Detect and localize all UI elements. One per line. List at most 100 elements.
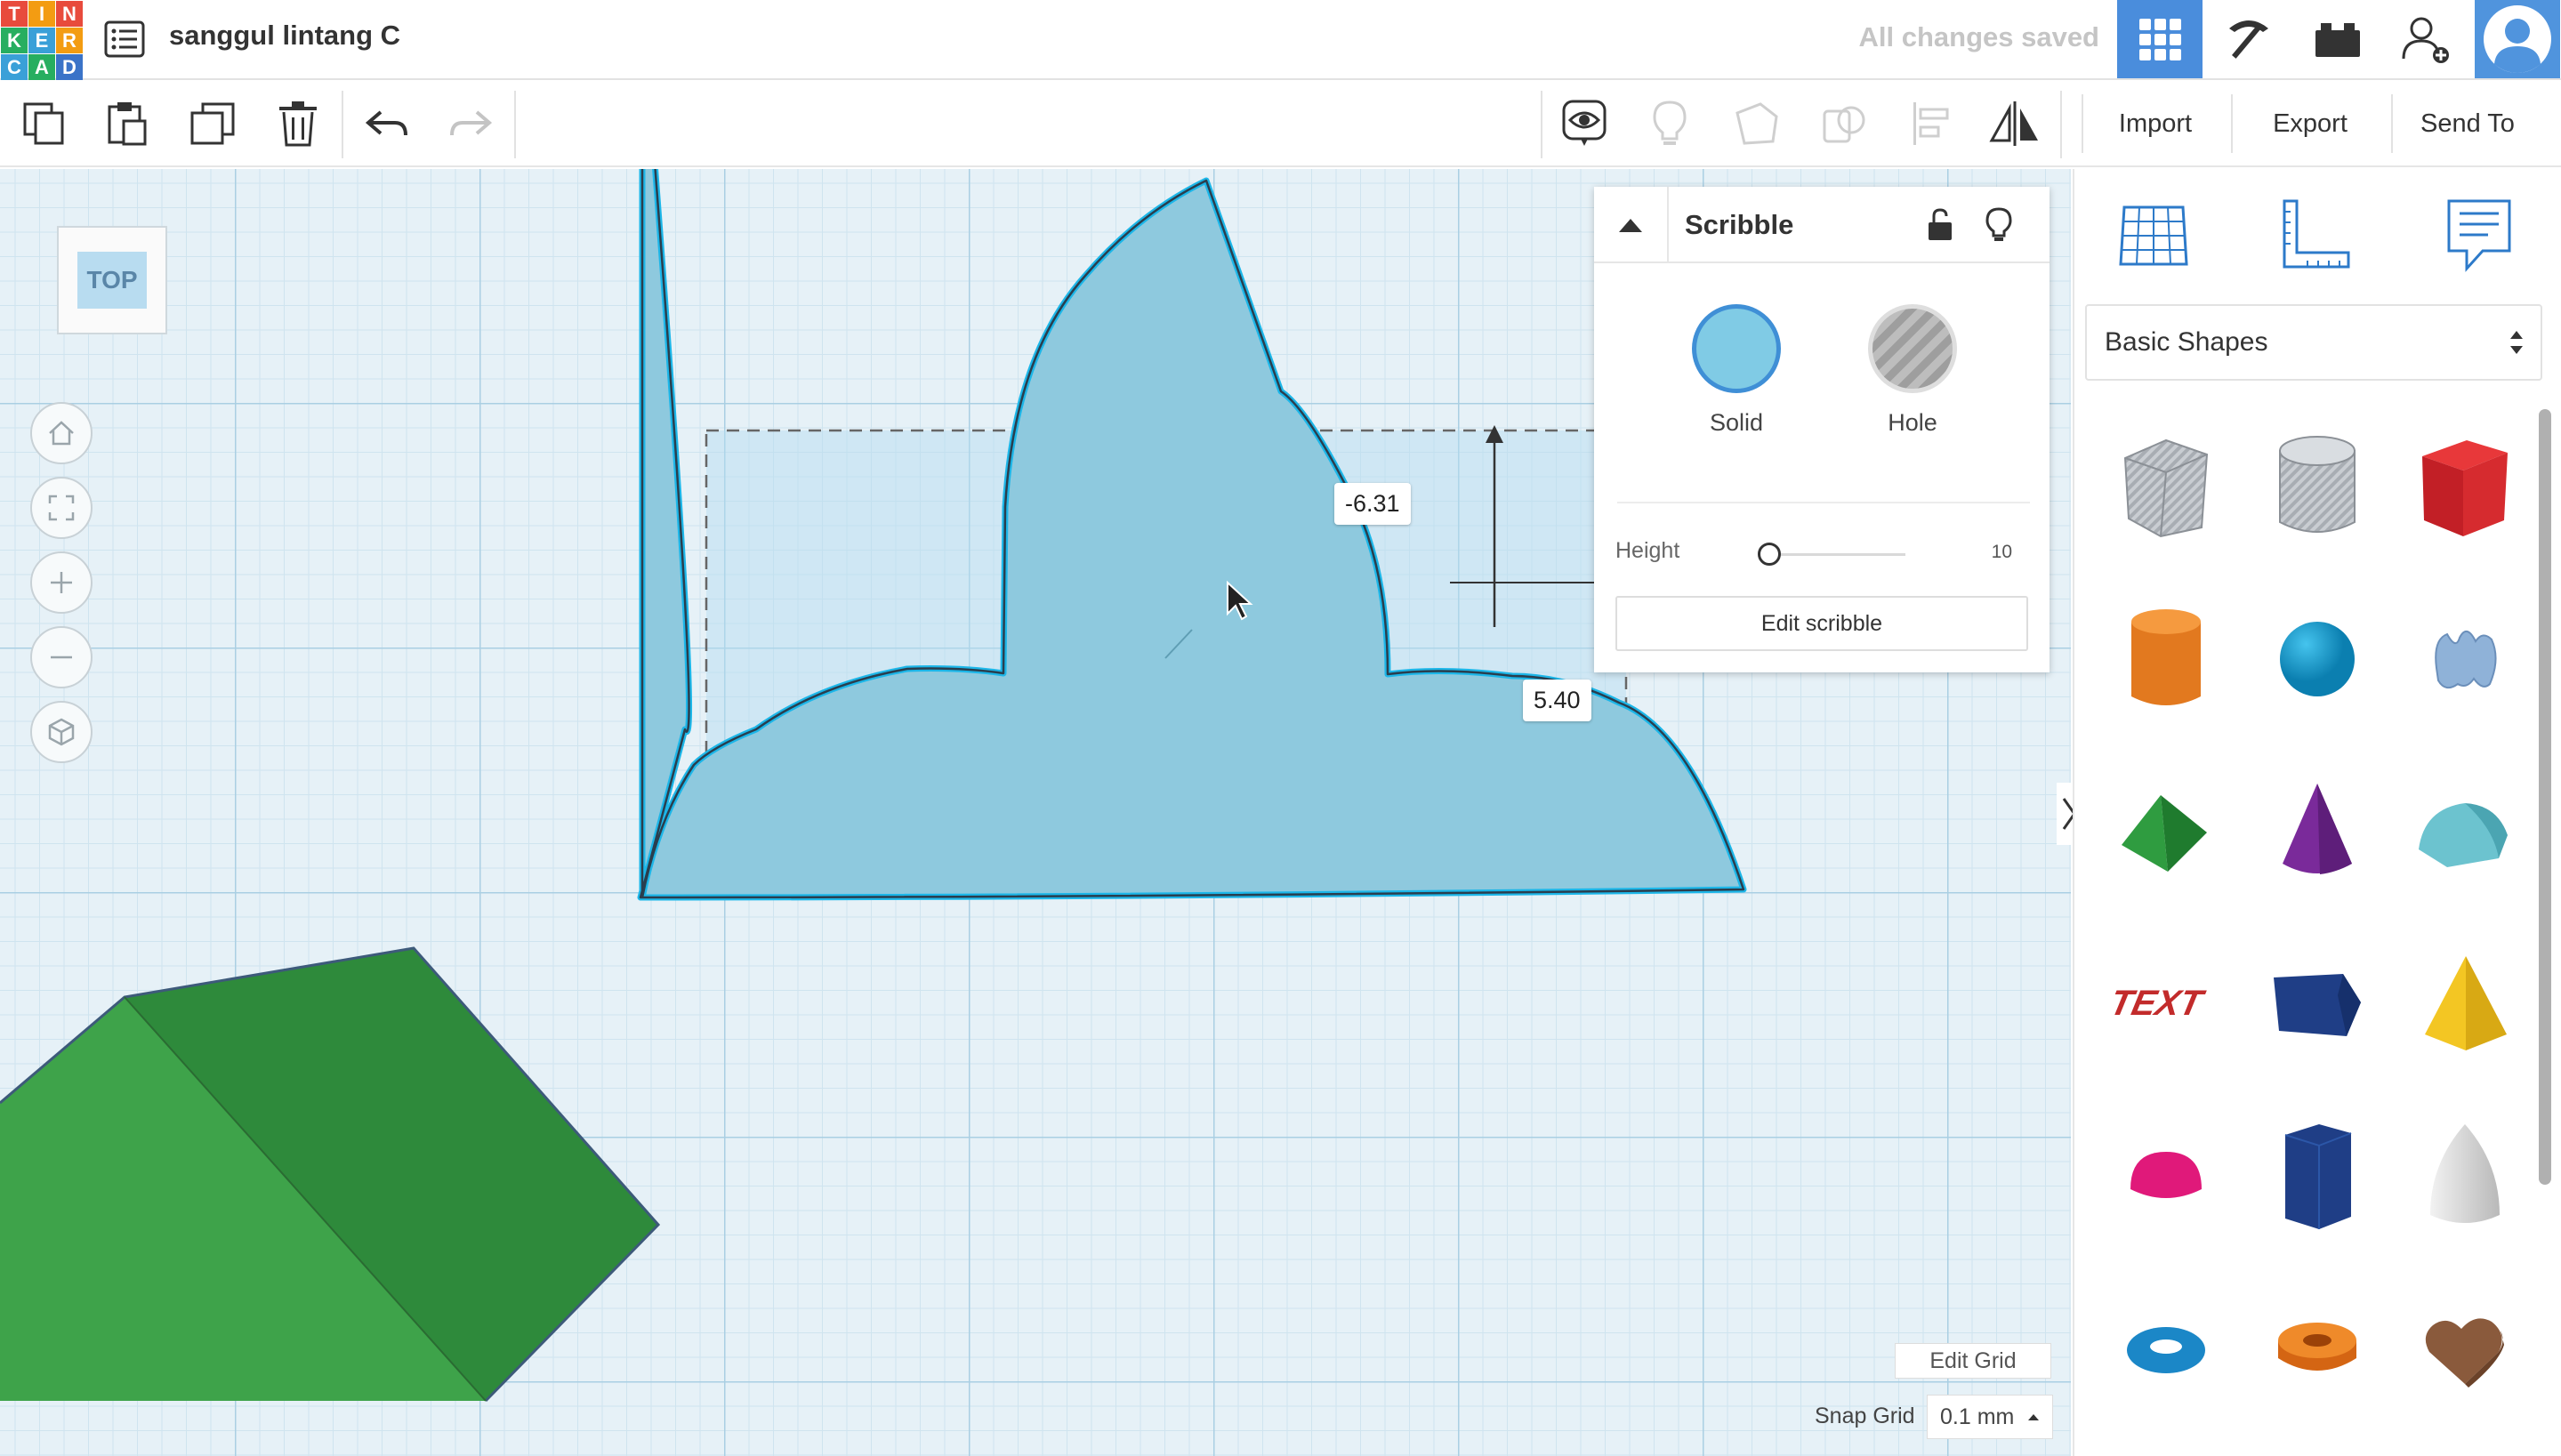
copy-icon <box>23 102 64 145</box>
shape-box[interactable] <box>2398 420 2532 553</box>
show-all-button[interactable] <box>1542 82 1626 165</box>
bricks-button[interactable] <box>2295 0 2380 78</box>
export-button[interactable]: Export <box>2231 94 2388 153</box>
design-list-button[interactable] <box>100 14 149 64</box>
paste-button[interactable] <box>85 82 169 165</box>
shape-prism[interactable] <box>2251 937 2384 1071</box>
shape-cylinder-hole[interactable] <box>2251 420 2384 553</box>
logo-letter: D <box>56 54 83 80</box>
zoom-out-button[interactable] <box>30 626 93 688</box>
group-button[interactable] <box>1715 82 1799 165</box>
workplane[interactable]: -6.31 5.40 TOP Scribble Solid Hole Heigh… <box>0 169 2071 1456</box>
fit-view-button[interactable] <box>30 477 93 539</box>
shape-text[interactable]: TEXT <box>2099 937 2233 1071</box>
eye-icon <box>1562 100 1607 146</box>
edit-scribble-button[interactable]: Edit scribble <box>1615 596 2028 651</box>
redo-button[interactable] <box>429 82 512 165</box>
mirror-button[interactable] <box>1973 82 2057 165</box>
tinkercad-logo[interactable]: TIN KER CAD <box>0 0 83 80</box>
3d-view-icon <box>2139 19 2181 60</box>
invite-button[interactable] <box>2384 0 2469 78</box>
fit-icon <box>48 495 75 521</box>
import-button[interactable]: Import <box>2082 94 2227 153</box>
zoom-in-button[interactable] <box>30 551 93 614</box>
shape-heart[interactable] <box>2398 1283 2532 1416</box>
view-cube-face: TOP <box>77 252 147 309</box>
shape-cylinder[interactable] <box>2099 592 2233 726</box>
dimension-label[interactable]: -6.31 <box>1334 483 1411 525</box>
snap-grid-select[interactable]: 0.1 mm <box>1927 1395 2053 1439</box>
shape-round-roof[interactable] <box>2398 765 2532 898</box>
shape-box-hole[interactable] <box>2099 420 2233 553</box>
height-slider-track[interactable] <box>1772 553 1905 556</box>
caret-up-icon <box>2028 1414 2039 1420</box>
shape-scribble[interactable] <box>2398 592 2532 726</box>
shape-paraboloid[interactable] <box>2398 1110 2532 1243</box>
height-slider-thumb[interactable] <box>1758 543 1781 566</box>
svg-text:TEXT: TEXT <box>2113 982 2209 1022</box>
shape-sphere[interactable] <box>2251 592 2384 726</box>
shape-torus[interactable] <box>2099 1283 2233 1416</box>
logo-letter: R <box>56 28 83 53</box>
hole-label: Hole <box>1888 409 1937 436</box>
cone-icon <box>2283 784 2352 874</box>
undo-icon <box>365 110 407 136</box>
copy-button[interactable] <box>2 82 85 165</box>
duplicate-button[interactable] <box>171 82 254 165</box>
height-value[interactable]: 10 <box>1968 542 2012 563</box>
solid-option[interactable] <box>1692 304 1781 393</box>
align-button[interactable] <box>1889 82 1973 165</box>
lock-button[interactable] <box>1918 203 1962 247</box>
home-view-button[interactable] <box>30 402 93 464</box>
save-status: All changes saved <box>1858 21 2099 52</box>
list-icon <box>104 20 145 58</box>
shape-category-value: Basic Shapes <box>2105 327 2268 357</box>
send-to-button[interactable]: Send To <box>2391 94 2542 153</box>
minus-icon <box>51 656 72 659</box>
hole-option[interactable] <box>1868 304 1957 393</box>
ruler-tab[interactable] <box>2267 187 2364 285</box>
plus-icon <box>51 572 72 593</box>
shape-pyramid[interactable] <box>2398 937 2532 1071</box>
sort-arrows-icon <box>2510 331 2523 354</box>
cylinder-hole-icon <box>2279 436 2356 533</box>
toolbar-divider <box>2060 91 2062 158</box>
edit-grid-button[interactable]: Edit Grid <box>1895 1343 2051 1379</box>
half-sphere-icon <box>2130 1152 2202 1198</box>
ungroup-icon <box>1823 106 1865 143</box>
workplane-tab[interactable] <box>2105 187 2203 285</box>
notes-tab[interactable] <box>2430 187 2528 285</box>
shape-cone[interactable] <box>2251 765 2384 898</box>
logo-letter: A <box>28 54 55 80</box>
shapes-scrollbar[interactable] <box>2539 409 2551 1185</box>
dimension-label[interactable]: 5.40 <box>1523 680 1591 721</box>
group-icon <box>1736 102 1778 145</box>
duplicate-icon <box>190 102 235 145</box>
shape-half-sphere[interactable] <box>2099 1110 2233 1243</box>
undo-button[interactable] <box>345 82 429 165</box>
shape-name[interactable]: Scribble <box>1685 209 1793 241</box>
shape-roof[interactable] <box>2099 765 2233 898</box>
collapse-inspector-button[interactable] <box>1594 187 1669 263</box>
shape-polygon[interactable] <box>2251 1110 2384 1243</box>
box-hole-icon <box>2123 438 2209 538</box>
sphere-icon <box>2280 622 2355 696</box>
3d-view-button[interactable] <box>2117 0 2203 78</box>
codeblocks-button[interactable] <box>2206 0 2291 78</box>
user-avatar[interactable] <box>2475 0 2560 78</box>
tube-icon <box>2278 1323 2356 1371</box>
document-title[interactable]: sanggul lintang C <box>169 20 400 52</box>
delete-button[interactable] <box>256 82 340 165</box>
shape-inspector: Scribble Solid Hole Height 10 Edit scrib… <box>1594 187 2050 672</box>
hide-button[interactable] <box>1628 82 1711 165</box>
toolbar-divider <box>514 91 516 158</box>
shape-category-select[interactable]: Basic Shapes <box>2085 304 2542 381</box>
hide-shape-button[interactable] <box>1977 203 2021 247</box>
ungroup-button[interactable] <box>1802 82 1886 165</box>
orthographic-button[interactable] <box>30 701 93 763</box>
view-cube[interactable]: TOP <box>57 226 167 334</box>
inspector-header: Scribble <box>1594 187 2050 263</box>
shape-tube[interactable] <box>2251 1283 2384 1416</box>
chevron-up-icon <box>1619 219 1642 232</box>
bricks-icon <box>2315 23 2360 57</box>
